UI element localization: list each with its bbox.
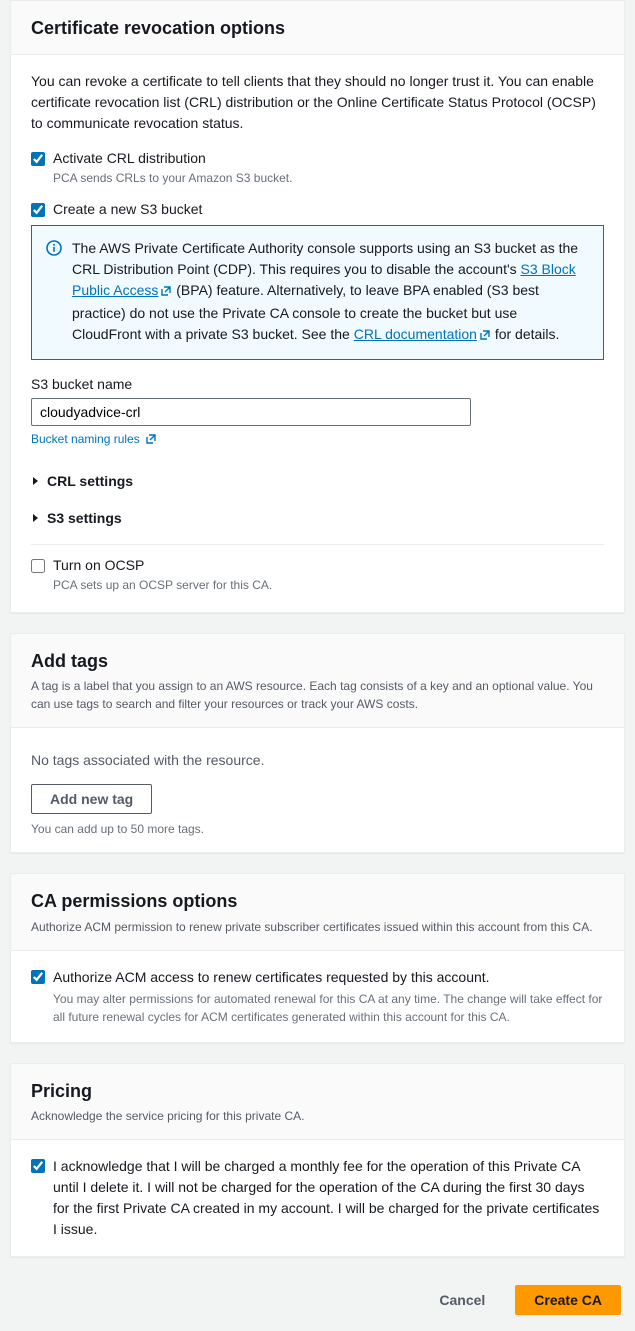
tags-header: Add tags A tag is a label that you assig… xyxy=(11,634,624,728)
s3-settings-toggle[interactable]: S3 settings xyxy=(31,499,604,536)
authorize-acm-checkbox[interactable] xyxy=(31,970,45,984)
ocsp-row[interactable]: Turn on OCSP xyxy=(31,557,604,573)
tags-subtitle: A tag is a label that you assign to an A… xyxy=(31,677,604,713)
info-icon xyxy=(46,240,62,347)
bucket-name-label: S3 bucket name xyxy=(31,376,604,392)
ocsp-desc: PCA sets up an OCSP server for this CA. xyxy=(53,577,604,594)
pricing-ack-checkbox[interactable] xyxy=(31,1159,45,1173)
revocation-intro: You can revoke a certificate to tell cli… xyxy=(31,71,604,134)
create-ca-button[interactable]: Create CA xyxy=(515,1285,621,1315)
revocation-header: Certificate revocation options xyxy=(11,1,624,55)
s3-settings-label: S3 settings xyxy=(47,510,122,526)
cancel-button[interactable]: Cancel xyxy=(421,1285,503,1315)
crl-settings-label: CRL settings xyxy=(47,473,133,489)
pricing-ack-label: I acknowledge that I will be charged a m… xyxy=(53,1156,604,1240)
crl-settings-toggle[interactable]: CRL settings xyxy=(31,462,604,499)
external-link-icon xyxy=(145,433,157,448)
authorize-acm-row[interactable]: Authorize ACM access to renew certificat… xyxy=(31,967,604,1026)
info-text: The AWS Private Certificate Authority co… xyxy=(72,238,589,347)
footer-actions: Cancel Create CA xyxy=(0,1277,635,1319)
permissions-title: CA permissions options xyxy=(31,890,604,913)
activate-crl-desc: PCA sends CRLs to your Amazon S3 bucket. xyxy=(53,170,604,187)
activate-crl-checkbox[interactable] xyxy=(31,152,45,166)
activate-crl-label: Activate CRL distribution xyxy=(53,150,206,166)
no-tags-text: No tags associated with the resource. xyxy=(31,744,604,784)
bucket-name-input[interactable] xyxy=(31,398,471,426)
pricing-panel: Pricing Acknowledge the service pricing … xyxy=(10,1063,625,1257)
permissions-subtitle: Authorize ACM permission to renew privat… xyxy=(31,918,604,936)
external-link-icon xyxy=(160,282,172,303)
create-bucket-checkbox[interactable] xyxy=(31,203,45,217)
pricing-header: Pricing Acknowledge the service pricing … xyxy=(11,1064,624,1140)
create-bucket-row[interactable]: Create a new S3 bucket xyxy=(31,201,604,217)
revocation-title: Certificate revocation options xyxy=(31,17,604,40)
info-box: The AWS Private Certificate Authority co… xyxy=(31,225,604,360)
caret-right-icon xyxy=(31,473,41,489)
tags-panel: Add tags A tag is a label that you assig… xyxy=(10,633,625,853)
permissions-panel: CA permissions options Authorize ACM per… xyxy=(10,873,625,1042)
tags-hint: You can add up to 50 more tags. xyxy=(31,822,604,836)
tags-title: Add tags xyxy=(31,650,604,673)
caret-right-icon xyxy=(31,510,41,526)
ocsp-label: Turn on OCSP xyxy=(53,557,144,573)
permissions-header: CA permissions options Authorize ACM per… xyxy=(11,874,624,950)
ocsp-checkbox[interactable] xyxy=(31,559,45,573)
add-tag-button[interactable]: Add new tag xyxy=(31,784,152,814)
external-link-icon xyxy=(479,326,491,347)
activate-crl-row[interactable]: Activate CRL distribution xyxy=(31,150,604,166)
pricing-subtitle: Acknowledge the service pricing for this… xyxy=(31,1107,604,1125)
bucket-naming-rules-link[interactable]: Bucket naming rules xyxy=(31,432,157,448)
pricing-ack-row[interactable]: I acknowledge that I will be charged a m… xyxy=(31,1156,604,1240)
pricing-title: Pricing xyxy=(31,1080,604,1103)
authorize-acm-label: Authorize ACM access to renew certificat… xyxy=(53,969,490,985)
crl-doc-link[interactable]: CRL documentation xyxy=(354,326,491,342)
create-bucket-label: Create a new S3 bucket xyxy=(53,201,202,217)
authorize-acm-desc: You may alter permissions for automated … xyxy=(53,990,604,1026)
revocation-panel: Certificate revocation options You can r… xyxy=(10,0,625,613)
